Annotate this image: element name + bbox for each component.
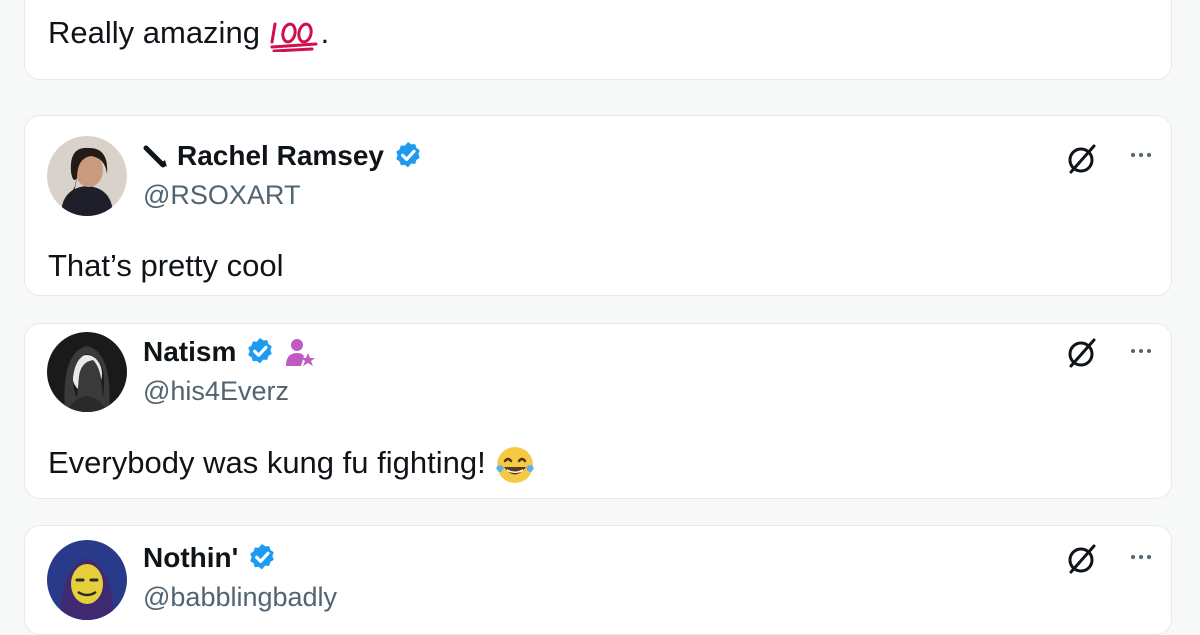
post-text-body: Really amazing (48, 15, 260, 50)
author-name[interactable]: Rachel Ramsey (177, 140, 384, 172)
reply-card[interactable]: Really amazing . (24, 0, 1172, 80)
author-name-row: Natism (143, 336, 316, 368)
author-name[interactable]: Nothin' (143, 542, 238, 574)
verified-badge-icon (250, 544, 275, 570)
reply-card[interactable]: Natism @his4Everz Everybody was kung fu … (24, 323, 1172, 499)
author-name-row: Nothin' (143, 542, 278, 574)
avatar[interactable] (47, 136, 127, 216)
post-text: Everybody was kung fu fighting! (48, 444, 536, 486)
avatar[interactable] (47, 332, 127, 412)
reply-card[interactable]: Rachel Ramsey @RSOXART That’s pretty coo… (24, 115, 1172, 296)
pen-icon (143, 145, 167, 168)
more-options-icon[interactable] (1121, 336, 1161, 366)
slashed-circle-icon[interactable] (1065, 142, 1099, 176)
author-name[interactable]: Natism (143, 336, 236, 368)
post-text: Really amazing . (48, 15, 329, 52)
post-text: That’s pretty cool (48, 248, 284, 283)
user-star-icon (286, 339, 316, 366)
author-name-row: Rachel Ramsey (143, 140, 424, 172)
post-text-trailing: . (320, 15, 330, 50)
verified-badge-icon (396, 142, 420, 168)
author-handle[interactable]: @his4Everz (143, 376, 289, 407)
slashed-circle-icon[interactable] (1065, 336, 1099, 370)
hundred-points-emoji (270, 22, 318, 52)
avatar[interactable] (47, 540, 127, 620)
slashed-circle-icon[interactable] (1065, 542, 1099, 576)
more-options-icon[interactable] (1121, 140, 1161, 170)
author-handle[interactable]: @RSOXART (143, 180, 300, 211)
tears-of-joy-emoji (496, 447, 535, 483)
author-handle[interactable]: @babblingbadly (143, 582, 337, 613)
more-options-icon[interactable] (1121, 542, 1161, 572)
post-text-body: Everybody was kung fu fighting! (48, 445, 486, 481)
verified-badge-icon (248, 338, 273, 364)
reply-card[interactable]: Nothin' @babblingbadly (24, 525, 1172, 635)
